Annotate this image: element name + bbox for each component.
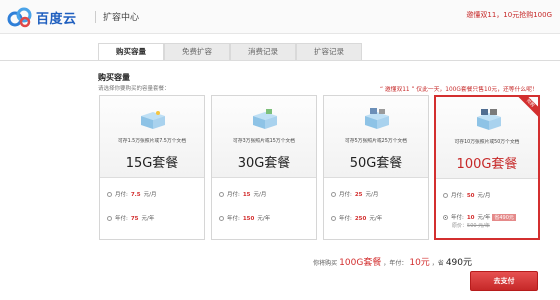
plan-card-50g[interactable]: 可存5万张照片或25万个文档 50G套餐 月付: 25 元/月 年付: 250 元/年 (323, 95, 429, 240)
monthly-radio[interactable] (331, 192, 336, 197)
tab-expand-history[interactable]: 扩容记录 (296, 43, 362, 60)
monthly-unit: 元/月 (253, 192, 267, 198)
baidu-cloud-logo-icon[interactable] (7, 6, 33, 28)
yearly-option[interactable]: 年付: 75 元/年 (107, 214, 154, 222)
monthly-label: 月付: (227, 192, 240, 198)
plan-card-100g[interactable]: 可存10万张照片或50万个文档 100G套餐 抢购 月付: 50 元/月 年付: 10… (434, 95, 540, 240)
monthly-unit: 元/月 (143, 192, 157, 198)
yearly-option[interactable]: 年付: 250 元/年 (331, 214, 382, 222)
yearly-unit: 元/年 (257, 216, 271, 222)
storage-box-icon (477, 109, 501, 130)
brand-name[interactable]: 百度云 (36, 8, 77, 27)
header-subtitle: 扩容中心 (103, 13, 140, 23)
pay-button[interactable]: 去支付 (470, 271, 538, 291)
summary-prefix: 你将购买 (313, 260, 338, 267)
plan-description: 可存1.5万张照片或7.5万个文档 (117, 139, 187, 144)
plan-card-header: 可存5万张照片或25万个文档 50G套餐 (324, 96, 428, 178)
summary-saved: 490元 (445, 258, 472, 268)
monthly-radio[interactable] (443, 193, 448, 198)
section-title: 购买容量 (98, 73, 130, 82)
order-summary: 你将购买 100G套餐 ，年付： 10元 ，省 490元 (313, 255, 472, 268)
tab-bar: 购买容量 免费扩容 消费记录 扩容记录 (98, 43, 438, 61)
monthly-label: 月付: (115, 192, 128, 198)
yearly-unit: 元/年 (141, 216, 155, 222)
monthly-price: 15 (242, 192, 251, 198)
tab-purchase-history[interactable]: 消费记录 (230, 43, 296, 60)
yearly-radio[interactable] (219, 216, 224, 221)
yearly-option[interactable]: 年付: 150 元/年 (219, 214, 270, 222)
top-header: 百度云 扩容中心 邀懂双11，10元抢购100G (0, 0, 560, 34)
monthly-option[interactable]: 月付: 50 元/月 (443, 191, 490, 199)
plan-name: 30G套餐 (237, 156, 291, 171)
summary-billing: ，年付： (383, 260, 408, 267)
original-price-label: 原价： (452, 223, 468, 229)
yearly-price: 10 (466, 215, 475, 221)
plan-name: 50G套餐 (349, 156, 403, 171)
yearly-radio[interactable] (107, 216, 112, 221)
plan-description: 可存3万张照片或15万个文档 (233, 139, 295, 144)
summary-price: 10元 (409, 258, 430, 268)
summary-package: 100G套餐 (339, 258, 382, 268)
monthly-label: 月付: (451, 193, 464, 199)
summary-save-label: ，省 (431, 260, 444, 267)
yearly-radio[interactable] (331, 216, 336, 221)
flash-sale-ribbon: 抢购 (512, 95, 540, 123)
storage-box-icon (141, 111, 165, 129)
storage-box-icon (253, 109, 277, 129)
original-price: 原价：500 元/年 (452, 222, 490, 229)
monthly-label: 月付: (339, 192, 352, 198)
monthly-price: 7.5 (130, 192, 141, 198)
yearly-unit: 元/年 (369, 216, 383, 222)
plan-card-header: 可存3万张照片或15万个文档 30G套餐 (212, 96, 316, 178)
yearly-option[interactable]: 年付: 10 元/年 省490元 (443, 213, 516, 221)
header-divider (95, 11, 96, 23)
yearly-label: 年付: (227, 216, 240, 222)
plan-card-15g[interactable]: 可存1.5万张照片或7.5万个文档 15G套餐 月付: 7.5 元/月 年付: 75 元… (99, 95, 205, 240)
yearly-label: 年付: (339, 216, 352, 222)
monthly-radio[interactable] (107, 192, 112, 197)
header-promo-link[interactable]: 邀懂双11，10元抢购100G (466, 10, 552, 20)
monthly-price: 25 (354, 192, 363, 198)
storage-box-icon (365, 108, 389, 129)
yearly-label: 年付: (115, 216, 128, 222)
plan-description: 可存10万张照片或50万个文档 (454, 140, 520, 145)
plan-name: 100G套餐 (456, 157, 518, 172)
monthly-option[interactable]: 月付: 7.5 元/月 (107, 190, 156, 198)
monthly-radio[interactable] (219, 192, 224, 197)
monthly-option[interactable]: 月付: 15 元/月 (219, 190, 266, 198)
original-price-value: 500 元/年 (467, 223, 490, 229)
monthly-option[interactable]: 月付: 25 元/月 (331, 190, 378, 198)
section-subtitle: 请选择你要购买的容量套餐： (98, 86, 170, 92)
plan-description: 可存5万张照片或25万个文档 (345, 139, 407, 144)
tab-free-expand[interactable]: 免费扩容 (164, 43, 230, 60)
plan-card-header: 可存1.5万张照片或7.5万个文档 15G套餐 (100, 96, 204, 178)
section-promo: “ 邀懂双11 ” 仅此一天，100G套餐只售10元，还等什么呢！ (380, 87, 538, 93)
yearly-unit: 元/年 (477, 215, 491, 221)
save-badge: 省490元 (492, 214, 516, 221)
plan-card-30g[interactable]: 可存3万张照片或15万个文档 30G套餐 月付: 15 元/月 年付: 150 元/年 (211, 95, 317, 240)
yearly-price: 75 (130, 216, 139, 222)
ribbon-label: 抢购 (513, 95, 540, 121)
yearly-radio-selected[interactable] (443, 215, 448, 220)
monthly-unit: 元/月 (477, 193, 491, 199)
yearly-price: 250 (354, 216, 367, 222)
tab-buy-capacity[interactable]: 购买容量 (98, 43, 164, 61)
yearly-label: 年付: (451, 215, 464, 221)
tab-divider (0, 60, 560, 61)
yearly-price: 150 (242, 216, 255, 222)
monthly-unit: 元/月 (365, 192, 379, 198)
plan-name: 15G套餐 (125, 156, 179, 171)
monthly-price: 50 (466, 193, 475, 199)
